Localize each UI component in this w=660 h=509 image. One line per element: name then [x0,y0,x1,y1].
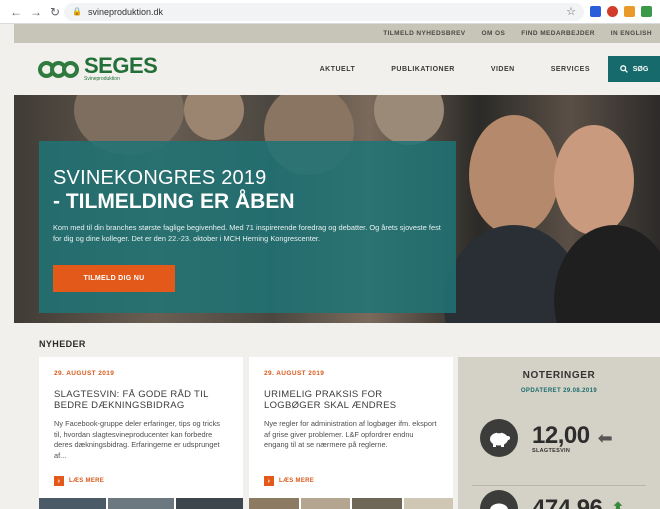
notering-value: 12,00 [532,422,590,449]
hero-banner: SVINEKONGRES 2019 - TILMELDING ER ÅBEN K… [14,95,660,323]
notering-row[interactable]: 12,00 SLAGTESVIN ⬅ [480,419,613,457]
logo-subtitle: Svineproduktion [84,76,120,82]
hero-description: Kom med til din branches største faglige… [53,223,441,243]
read-more-label: LÆS MERE [69,478,105,484]
news-card[interactable]: 29. AUGUST 2019 URIMELIG PRAKSIS FOR LOG… [249,357,453,509]
news-body: Nye regler for administration af logbøge… [264,419,437,449]
noteringer-panel: NOTERINGER OPDATERET 29.08.2019 12,00 SL… [458,357,660,509]
util-link-find-employee[interactable]: FIND MEDARBEJDER [513,30,603,37]
logo-brand: SEGES [84,53,158,78]
extension-icon[interactable] [641,6,652,17]
news-title[interactable]: SLAGTESVIN: FÅ GODE RÅD TIL BEDRE DÆKNIN… [54,389,228,411]
news-date: 29. AUGUST 2019 [264,370,325,377]
nav-services[interactable]: SERVICES [533,66,608,73]
hero-callout: SVINEKONGRES 2019 - TILMELDING ER ÅBEN K… [39,141,456,313]
arrow-right-icon[interactable]: → [30,5,42,19]
news-image [249,498,453,509]
news-body: Ny Facebook-gruppe deler erfaringer, tip… [54,419,220,460]
read-more-label: LÆS MERE [279,478,315,484]
notering-value: 474,96 [532,495,603,509]
search-icon [619,65,628,73]
seges-logo[interactable]: SEGES Svineproduktion [38,53,158,82]
read-more-link[interactable]: › LÆS MERE [264,476,314,486]
bookmark-star-icon[interactable]: ☆ [566,5,576,18]
piggy-bank-icon [480,419,518,457]
divider [472,485,646,486]
utility-nav: TILMELD NYHEDSBREV OM OS FIND MEDARBEJDE… [14,24,660,43]
address-url[interactable]: svineproduktion.dk [88,7,163,17]
extension-icon[interactable] [590,6,601,17]
reload-icon[interactable]: ↻ [50,5,60,19]
news-image [39,498,244,509]
address-bar[interactable]: 🔒 svineproduktion.dk ☆ [64,2,584,21]
browser-nav: ← → ↻ [0,5,64,19]
search-button[interactable]: SØG [608,56,660,82]
news-title[interactable]: URIMELIG PRAKSIS FOR LOGBØGER SKAL ÆNDRE… [264,389,438,411]
news-heading: NYHEDER [39,339,86,349]
extensions [590,6,660,17]
news-date: 29. AUGUST 2019 [54,370,115,377]
util-link-english[interactable]: IN ENGLISH [603,30,660,37]
register-button[interactable]: TILMELD DIG NU [53,265,175,292]
util-link-about[interactable]: OM OS [474,30,514,37]
main-nav: AKTUELT PUBLIKATIONER VIDEN SERVICES SØG [302,43,660,95]
nav-aktuelt[interactable]: AKTUELT [302,66,374,73]
hero-subtitle: - TILMELDING ER ÅBEN [53,190,295,213]
hero-title: SVINEKONGRES 2019 [53,167,267,189]
nav-viden[interactable]: VIDEN [473,66,533,73]
arrow-right-icon: › [54,476,64,486]
logo-mark-icon [38,60,79,78]
extension-icon[interactable] [624,6,635,17]
nav-publikationer[interactable]: PUBLIKATIONER [373,66,473,73]
browser-toolbar: ← → ↻ 🔒 svineproduktion.dk ☆ [0,0,660,24]
news-card[interactable]: 29. AUGUST 2019 SLAGTESVIN: FÅ GODE RÅD … [39,357,244,509]
arrow-up-icon: ⬆ [610,498,626,509]
search-label: SØG [632,65,649,73]
noteringer-updated: OPDATERET 29.08.2019 [520,388,598,394]
notering-row[interactable]: 474,96 ⬆ [480,490,626,509]
read-more-link[interactable]: › LÆS MERE [54,476,104,486]
site-header: SEGES Svineproduktion AKTUELT PUBLIKATIO… [14,43,660,95]
lock-icon: 🔒 [72,7,82,16]
pig-icon [480,490,518,509]
extension-icon[interactable] [607,6,618,17]
util-link-newsletter[interactable]: TILMELD NYHEDSBREV [375,30,473,37]
arrow-right-icon: › [264,476,274,486]
arrow-left-icon: ⬅ [597,427,613,448]
noteringer-heading: NOTERINGER [522,370,596,381]
arrow-left-icon[interactable]: ← [10,5,22,19]
